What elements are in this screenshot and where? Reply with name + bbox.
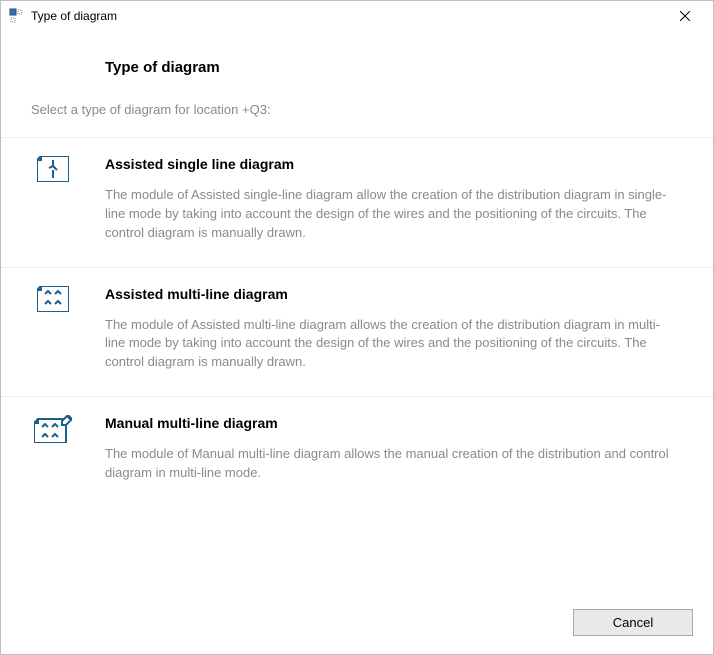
title-bar: Type of diagram [1, 1, 713, 31]
dialog-footer: Cancel [1, 595, 713, 654]
manual-multi-line-diagram-icon [31, 415, 75, 483]
page-title: Type of diagram [105, 59, 683, 76]
multi-line-diagram-icon [31, 286, 75, 373]
close-icon [680, 11, 690, 21]
option-title: Assisted single line diagram [105, 156, 673, 172]
window-title: Type of diagram [31, 9, 665, 23]
option-assisted-multi-line[interactable]: Assisted multi-line diagram The module o… [1, 268, 713, 398]
option-body: Assisted multi-line diagram The module o… [105, 286, 683, 373]
dialog-header: Type of diagram Select a type of diagram… [1, 31, 713, 138]
option-body: Assisted single line diagram The module … [105, 156, 683, 243]
option-manual-multi-line[interactable]: Manual multi-line diagram The module of … [1, 397, 713, 507]
close-button[interactable] [665, 1, 705, 31]
option-description: The module of Manual multi-line diagram … [105, 445, 673, 483]
single-line-diagram-icon [31, 156, 75, 243]
options-list: Assisted single line diagram The module … [1, 138, 713, 595]
app-icon [9, 8, 25, 24]
option-title: Assisted multi-line diagram [105, 286, 673, 302]
option-body: Manual multi-line diagram The module of … [105, 415, 683, 483]
page-subtitle: Select a type of diagram for location +Q… [31, 102, 683, 117]
option-assisted-single-line[interactable]: Assisted single line diagram The module … [1, 138, 713, 268]
option-description: The module of Assisted multi-line diagra… [105, 316, 673, 373]
option-description: The module of Assisted single-line diagr… [105, 186, 673, 243]
option-title: Manual multi-line diagram [105, 415, 673, 431]
cancel-button[interactable]: Cancel [573, 609, 693, 636]
